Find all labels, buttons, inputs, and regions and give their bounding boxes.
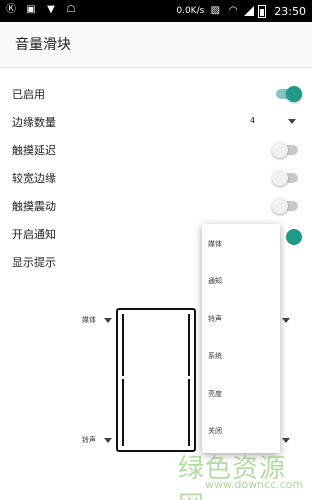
wider-edge-toggle[interactable] (272, 170, 298, 186)
ghost-icon: ☖ (66, 4, 76, 15)
network-speed: 0.0K/s (176, 6, 205, 16)
chevron-down-icon[interactable] (104, 438, 112, 443)
image-icon: ▣ (26, 4, 36, 15)
preview-top-label: 媒体 (82, 316, 96, 324)
menu-item-notification[interactable]: 通知 (208, 276, 222, 286)
menu-item-close[interactable]: 关闭 (208, 426, 222, 436)
setting-edge-count[interactable]: 边缘数量 4 (0, 110, 312, 136)
toggle-knob (272, 142, 288, 158)
setting-edge-count-label: 边缘数量 (12, 116, 56, 129)
touch-delay-toggle[interactable] (272, 142, 298, 158)
setting-notification-label: 开启通知 (12, 228, 56, 241)
watermark-url: www.downcc.com (205, 478, 304, 491)
setting-enabled-label: 已启用 (12, 88, 45, 101)
setting-touch-vibrate[interactable]: 触摸震动 (0, 194, 312, 220)
toggle-knob (286, 86, 302, 102)
setting-enabled[interactable]: 已启用 (0, 82, 312, 108)
setting-touch-delay-label: 触摸延迟 (12, 144, 56, 157)
toggle-knob (272, 198, 288, 214)
setting-wider-edge[interactable]: 较宽边缘 (0, 166, 312, 192)
preview-right-bar (188, 314, 190, 446)
enabled-toggle[interactable] (276, 86, 302, 102)
notification-toggle[interactable] (286, 229, 302, 245)
chevron-down-icon[interactable] (282, 438, 290, 443)
slider-preview (116, 308, 196, 452)
no-sim-icon: ▨ (210, 5, 221, 16)
k-badge-icon: Ⓚ (6, 4, 16, 15)
caret-down-icon: ▼ (47, 4, 55, 15)
watermark-text: 绿色资源网 (178, 454, 287, 500)
chevron-down-icon[interactable] (104, 318, 112, 323)
status-bar: Ⓚ ▣ ▼ ☖ 0.0K/s ▨ ◠ 23:50 (0, 0, 312, 22)
menu-item-ringtone[interactable]: 铃声 (208, 314, 222, 324)
toggle-knob (272, 170, 288, 186)
edge-count-value[interactable]: 4 (250, 116, 255, 125)
setting-touch-delay[interactable]: 触摸延迟 (0, 138, 312, 164)
setting-touch-vibrate-label: 触摸震动 (12, 200, 56, 213)
menu-item-system[interactable]: 系统 (208, 351, 222, 361)
preview-bottom-label: 铃声 (82, 436, 96, 444)
setting-show-hint-label: 显示提示 (12, 256, 56, 269)
signal-icon (244, 6, 255, 16)
chevron-down-icon[interactable] (288, 119, 296, 124)
app-bar: 音量滑块 (0, 22, 312, 68)
status-right-icons: 0.0K/s ▨ ◠ 23:50 (176, 4, 306, 18)
battery-icon (258, 4, 267, 18)
touch-vibrate-toggle[interactable] (272, 198, 298, 214)
status-time: 23:50 (274, 4, 306, 18)
stream-select-menu: 媒体 通知 铃声 系统 亮度 关闭 (202, 224, 280, 453)
setting-wider-edge-label: 较宽边缘 (12, 172, 56, 185)
chevron-down-icon[interactable] (282, 318, 290, 323)
wifi-icon: ◠ (228, 5, 238, 16)
menu-item-brightness[interactable]: 亮度 (208, 389, 222, 399)
preview-divider (118, 376, 194, 379)
page-title: 音量滑块 (15, 37, 71, 53)
status-left-icons: Ⓚ ▣ ▼ ☖ (4, 3, 78, 17)
menu-item-media[interactable]: 媒体 (208, 239, 222, 249)
preview-left-bar (122, 314, 124, 446)
